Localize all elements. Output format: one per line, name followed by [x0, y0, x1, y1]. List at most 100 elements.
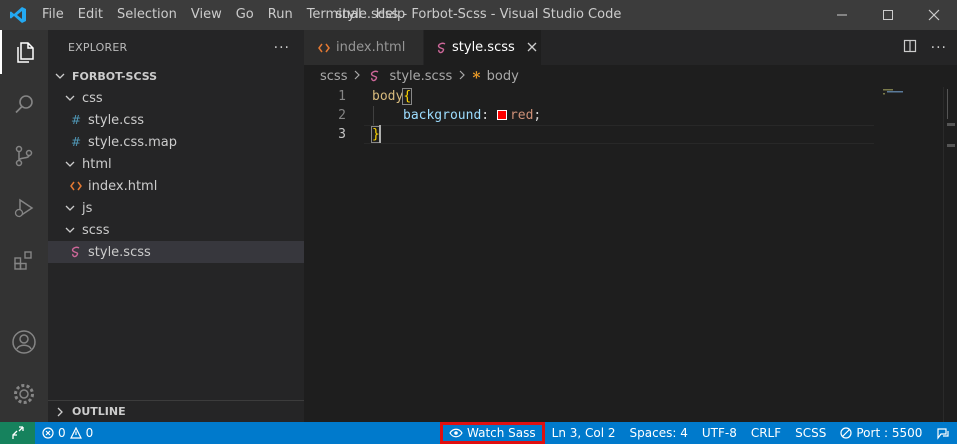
tree-folder-scss[interactable]: scss: [48, 219, 304, 241]
editor-scrollbar[interactable]: [943, 87, 957, 422]
tree-item-label: css: [82, 90, 103, 106]
close-window-button[interactable]: [911, 0, 957, 30]
chevron-down-icon: [62, 90, 78, 106]
tree-file-index-html[interactable]: index.html: [48, 175, 304, 197]
extensions-activity-button[interactable]: [0, 238, 48, 282]
close-tab-icon[interactable]: [527, 40, 537, 56]
indentation-setting[interactable]: Spaces: 4: [623, 422, 695, 444]
token-selector: body: [372, 89, 404, 104]
encoding-setting[interactable]: UTF-8: [695, 422, 744, 444]
tab-index-html[interactable]: index.html: [304, 30, 424, 65]
error-count: 0: [58, 426, 66, 440]
tree-item-label: scss: [82, 222, 110, 238]
outline-section[interactable]: OUTLINE: [48, 400, 304, 422]
explorer-activity-button[interactable]: [0, 30, 48, 74]
tree-folder-css[interactable]: css: [48, 87, 304, 109]
minimize-icon: [837, 14, 847, 16]
tab-label: index.html: [336, 40, 406, 55]
live-server-port[interactable]: Port : 5500: [833, 422, 929, 444]
watch-sass-label: Watch Sass: [467, 426, 536, 440]
close-icon: [928, 9, 940, 21]
problems-indicator[interactable]: 0 0: [35, 422, 100, 444]
token-property: background: [403, 108, 482, 123]
css-file-icon: #: [70, 113, 82, 127]
more-actions-icon[interactable]: ···: [274, 40, 290, 56]
editor-area: index.html style.scss ··· scss style.scs…: [304, 30, 957, 422]
token-open-brace: {: [402, 88, 413, 105]
editor-actions: ···: [903, 30, 951, 65]
warning-icon: [69, 427, 82, 439]
chevron-right-icon: [458, 69, 466, 83]
workspace-root[interactable]: FORBOT-SCSS: [48, 65, 304, 87]
eol-setting[interactable]: CRLF: [744, 422, 788, 444]
breadcrumb: scss style.scss 🞶 body: [304, 65, 957, 87]
feedback-button[interactable]: [929, 422, 957, 444]
files-icon: [17, 42, 34, 63]
css-file-icon: #: [70, 135, 82, 149]
tree-folder-html[interactable]: html: [48, 153, 304, 175]
tree-item-label: js: [82, 200, 93, 216]
minimize-button[interactable]: [819, 0, 865, 30]
text-cursor: [379, 125, 381, 143]
tree-item-label: index.html: [88, 178, 158, 194]
menu-terminal[interactable]: Terminal: [300, 0, 369, 30]
menu-selection[interactable]: Selection: [110, 0, 184, 30]
chevron-down-icon: [62, 222, 78, 238]
token-value: red: [509, 108, 534, 123]
menu-run[interactable]: Run: [261, 0, 300, 30]
account-icon: [12, 330, 36, 354]
tree-item-label: html: [82, 156, 112, 172]
sass-file-icon: [68, 246, 84, 258]
token-colon: :: [481, 108, 490, 123]
more-actions-icon[interactable]: ···: [931, 40, 947, 56]
menu-bar: File Edit Selection View Go Run Terminal…: [35, 0, 412, 30]
activity-bar: [0, 30, 48, 422]
token-semicolon: ;: [533, 108, 542, 123]
menu-edit[interactable]: Edit: [71, 0, 110, 30]
cursor-position[interactable]: Ln 3, Col 2: [545, 422, 623, 444]
maximize-button[interactable]: [865, 0, 911, 30]
code-line: 1 body{: [304, 87, 874, 106]
maximize-icon: [883, 10, 893, 20]
color-swatch[interactable]: [496, 110, 507, 120]
code-line: 2 background: red;: [304, 106, 874, 125]
tab-style-scss[interactable]: style.scss: [424, 30, 542, 65]
breadcrumb-symbol[interactable]: body: [487, 69, 519, 84]
chevron-down-icon: [62, 200, 78, 216]
split-editor-icon[interactable]: [903, 39, 917, 57]
language-mode[interactable]: SCSS: [788, 422, 833, 444]
breadcrumb-file[interactable]: style.scss: [389, 69, 452, 84]
menu-view[interactable]: View: [184, 0, 229, 30]
watch-sass-button[interactable]: Watch Sass: [440, 422, 545, 444]
breadcrumb-folder[interactable]: scss: [320, 69, 347, 84]
port-label: Port : 5500: [856, 426, 923, 440]
code-editor[interactable]: 1 body{ 2 background: red; 3 }: [304, 87, 957, 422]
search-activity-button[interactable]: [0, 82, 48, 126]
gear-icon: [14, 384, 34, 404]
manage-activity-button[interactable]: [0, 372, 48, 416]
menu-file[interactable]: File: [35, 0, 71, 30]
run-debug-activity-button[interactable]: [0, 186, 48, 230]
menu-go[interactable]: Go: [229, 0, 261, 30]
minimap[interactable]: [881, 87, 943, 147]
code-line: 3 }: [304, 125, 874, 144]
tree-item-label: style.css: [88, 112, 144, 128]
tree-item-label: style.scss: [88, 244, 151, 260]
tree-file-style-css-map[interactable]: # style.css.map: [48, 131, 304, 153]
tree-item-label: style.css.map: [88, 134, 178, 150]
warning-count: 0: [85, 426, 94, 440]
line-number: 1: [338, 89, 346, 104]
symbol-class-icon: 🞶: [472, 68, 481, 82]
extensions-icon: [14, 251, 32, 270]
no-entry-icon: [840, 427, 852, 439]
source-control-activity-button[interactable]: [0, 134, 48, 178]
eye-icon: [449, 428, 463, 438]
menu-help[interactable]: Help: [369, 0, 413, 30]
remote-button[interactable]: [0, 422, 35, 444]
tree-file-style-css[interactable]: # style.css: [48, 109, 304, 131]
tree-file-style-scss[interactable]: style.scss: [48, 241, 304, 263]
status-bar: 0 0 Watch Sass Ln 3, Col 2 Spaces: 4 UTF…: [0, 422, 957, 444]
chevron-right-icon: [52, 404, 68, 420]
accounts-activity-button[interactable]: [0, 320, 48, 364]
tree-folder-js[interactable]: js: [48, 197, 304, 219]
